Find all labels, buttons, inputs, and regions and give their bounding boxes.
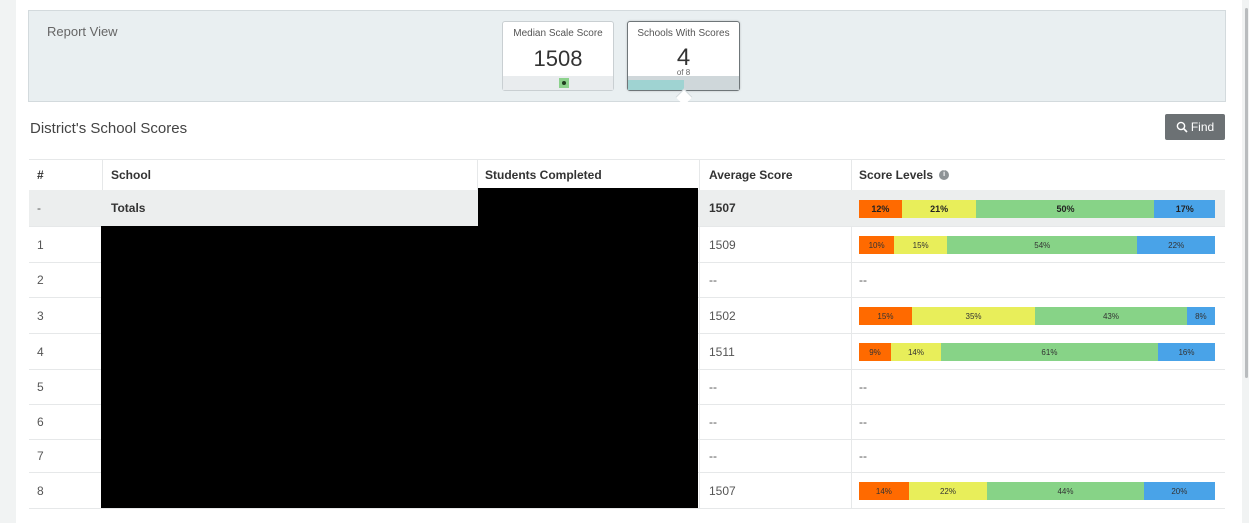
school-name: Totals	[111, 201, 146, 215]
score-level-segment: 44%	[987, 482, 1144, 500]
score-level-segment: 15%	[859, 307, 912, 325]
average-score: 1511	[709, 344, 735, 359]
median-card-title: Median Scale Score	[513, 28, 603, 39]
header-num[interactable]: #	[37, 160, 97, 190]
average-score: 1507	[709, 201, 736, 215]
average-score: --	[709, 449, 717, 463]
score-level-segment: 8%	[1186, 307, 1215, 325]
row-number: 6	[37, 415, 44, 429]
search-icon	[1176, 121, 1188, 133]
average-score: 1507	[709, 483, 736, 498]
median-card-strip	[503, 76, 613, 90]
median-indicator-icon	[559, 78, 569, 88]
section-title: District's School Scores	[30, 120, 188, 137]
score-levels-bar[interactable]: 10% 15% 54% 22%	[859, 236, 1215, 254]
schools-with-scores-card[interactable]: Schools With Scores 4 of 8	[627, 21, 740, 91]
score-levels-empty: --	[859, 415, 867, 429]
score-level-segment: 9%	[859, 343, 892, 361]
find-button-label: Find	[1190, 120, 1215, 134]
redacted-totals-students	[478, 188, 698, 226]
find-button[interactable]: Find	[1165, 114, 1225, 140]
redacted-school-names	[101, 226, 698, 508]
median-scale-score-card[interactable]: Median Scale Score 1508	[502, 21, 614, 91]
score-level-segment: 35%	[911, 307, 1036, 325]
header-score-levels[interactable]: Score Levels i	[859, 160, 1219, 190]
score-level-segment: 16%	[1158, 343, 1215, 361]
info-icon[interactable]: i	[939, 170, 950, 180]
score-levels-empty: --	[859, 449, 867, 463]
score-levels-empty: --	[859, 273, 867, 287]
score-levels-bar[interactable]: 12% 21% 50% 17%	[859, 200, 1215, 218]
table-header-row: # School Students Completed Average Scor…	[29, 159, 1225, 191]
average-score: 1509	[709, 237, 736, 252]
score-levels-bar[interactable]: 14% 22% 44% 20%	[859, 482, 1215, 500]
score-level-segment: 22%	[908, 482, 988, 500]
score-level-segment: 14%	[859, 482, 909, 500]
score-level-segment: 17%	[1154, 200, 1215, 218]
row-number: -	[37, 201, 41, 215]
score-levels-empty: --	[859, 380, 867, 394]
row-number: 2	[37, 273, 44, 287]
score-levels-bar[interactable]: 15% 35% 43% 8%	[859, 307, 1215, 325]
score-level-segment: 12%	[859, 200, 902, 218]
row-number: 5	[37, 380, 44, 394]
score-levels-bar[interactable]: 9% 14% 61% 16%	[859, 343, 1215, 361]
header-school[interactable]: School	[111, 160, 481, 190]
row-number: 7	[37, 449, 44, 463]
header-average-score[interactable]: Average Score	[709, 160, 849, 190]
median-card-value: 1508	[533, 46, 583, 71]
header-students-completed[interactable]: Students Completed	[485, 160, 700, 190]
score-level-segment: 10%	[859, 236, 895, 254]
schools-card-title: Schools With Scores	[637, 28, 730, 39]
average-score: --	[709, 380, 717, 394]
row-number: 1	[37, 237, 44, 252]
score-level-segment: 21%	[901, 200, 977, 218]
app-frame: Report View Median Scale Score 1508 Scho…	[0, 0, 1249, 523]
score-level-segment: 61%	[940, 343, 1159, 361]
schools-progress-fill	[628, 80, 684, 90]
score-level-segment: 43%	[1035, 307, 1187, 325]
average-score: 1502	[709, 308, 736, 323]
row-number: 3	[37, 308, 44, 323]
scrollbar-thumb[interactable]	[1245, 8, 1248, 378]
average-score: --	[709, 273, 717, 287]
score-level-segment: 50%	[976, 200, 1155, 218]
score-level-segment: 22%	[1137, 236, 1215, 254]
score-level-segment: 15%	[894, 236, 948, 254]
row-number: 4	[37, 344, 44, 359]
score-level-segment: 54%	[947, 236, 1138, 254]
score-level-segment: 20%	[1143, 482, 1215, 500]
score-level-segment: 14%	[891, 343, 941, 361]
average-score: --	[709, 415, 717, 429]
header-score-levels-label: Score Levels	[859, 168, 934, 182]
row-number: 8	[37, 483, 44, 498]
report-view-label: Report View	[47, 24, 118, 39]
